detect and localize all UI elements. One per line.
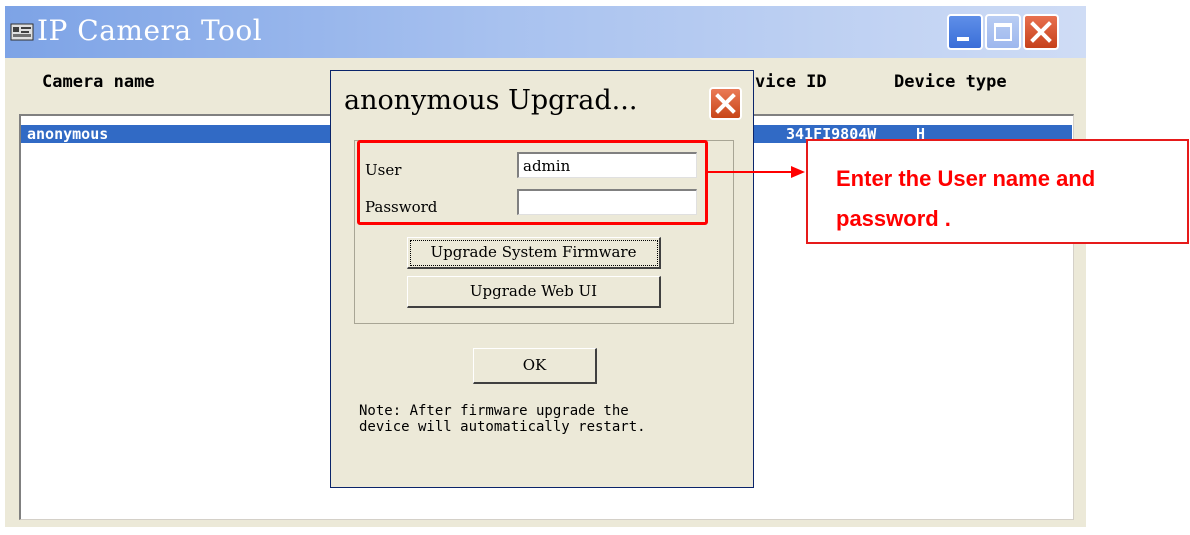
note-line: Note: After firmware upgrade the xyxy=(359,403,629,419)
upgrade-system-firmware-button[interactable]: Upgrade System Firmware xyxy=(407,237,661,269)
app-icon xyxy=(10,23,34,41)
ok-button[interactable]: OK xyxy=(473,348,597,384)
maximize-icon xyxy=(994,23,1012,41)
upgrade-note: Note: After firmware upgrade the device … xyxy=(359,403,646,435)
note-line: device will automatically restart. xyxy=(359,419,646,435)
column-header-device-id[interactable]: vice ID xyxy=(755,72,827,92)
minimize-icon xyxy=(957,37,969,41)
close-button[interactable] xyxy=(1023,14,1059,50)
highlight-box xyxy=(357,140,708,225)
dialog-close-button[interactable] xyxy=(709,87,742,120)
close-icon xyxy=(715,93,736,114)
title-bar[interactable]: IP Camera Tool xyxy=(5,6,1086,58)
camera-name-cell: anonymous xyxy=(27,125,109,143)
minimize-button[interactable] xyxy=(947,14,983,50)
instruction-callout: Enter the User name and password . xyxy=(806,139,1189,244)
column-header-camera-name[interactable]: Camera name xyxy=(42,72,155,92)
column-header-device-type[interactable]: Device type xyxy=(894,72,1007,92)
arrow-icon xyxy=(707,166,805,178)
maximize-button[interactable] xyxy=(985,14,1021,50)
dialog-title: anonymous Upgrad... xyxy=(344,85,638,116)
window-title: IP Camera Tool xyxy=(37,14,263,47)
close-icon xyxy=(1030,21,1052,43)
instruction-text: Enter the User name and password . xyxy=(836,166,1096,231)
upgrade-web-ui-button[interactable]: Upgrade Web UI xyxy=(407,276,661,308)
upgrade-dialog: anonymous Upgrad... User Password Upgrad… xyxy=(330,70,754,488)
